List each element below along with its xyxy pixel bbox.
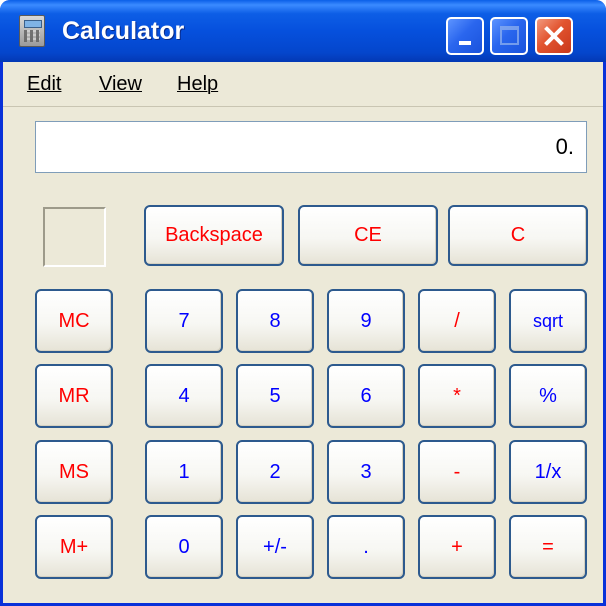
- subtract-button[interactable]: -: [418, 440, 496, 504]
- result-display[interactable]: 0.: [35, 121, 587, 173]
- memory-add-button[interactable]: M+: [35, 515, 113, 579]
- maximize-button[interactable]: [490, 17, 528, 55]
- menu-edit[interactable]: Edit: [27, 70, 61, 98]
- digit-7-button[interactable]: 7: [145, 289, 223, 353]
- digit-6-button[interactable]: 6: [327, 364, 405, 428]
- backspace-button[interactable]: Backspace: [144, 205, 284, 266]
- menu-view[interactable]: View: [99, 70, 142, 98]
- digit-1-button[interactable]: 1: [145, 440, 223, 504]
- digit-2-button[interactable]: 2: [236, 440, 314, 504]
- menu-bar: Edit View Help: [3, 62, 603, 107]
- digit-5-button[interactable]: 5: [236, 364, 314, 428]
- calculator-app-icon[interactable]: [19, 15, 45, 47]
- add-button[interactable]: +: [418, 515, 496, 579]
- percent-button[interactable]: %: [509, 364, 587, 428]
- memory-clear-button[interactable]: MC: [35, 289, 113, 353]
- maximize-icon: [500, 26, 519, 45]
- title-bar[interactable]: Calculator: [0, 0, 606, 62]
- menu-help[interactable]: Help: [177, 70, 218, 98]
- digit-9-button[interactable]: 9: [327, 289, 405, 353]
- multiply-button[interactable]: *: [418, 364, 496, 428]
- sqrt-button[interactable]: sqrt: [509, 289, 587, 353]
- digit-0-button[interactable]: 0: [145, 515, 223, 579]
- reciprocal-button[interactable]: 1/x: [509, 440, 587, 504]
- window-title: Calculator: [62, 17, 185, 45]
- clear-entry-button[interactable]: CE: [298, 205, 438, 266]
- minimize-icon: [459, 41, 471, 45]
- memory-recall-button[interactable]: MR: [35, 364, 113, 428]
- equals-button[interactable]: =: [509, 515, 587, 579]
- memory-indicator: [43, 207, 106, 267]
- minimize-button[interactable]: [446, 17, 484, 55]
- digit-3-button[interactable]: 3: [327, 440, 405, 504]
- digit-4-button[interactable]: 4: [145, 364, 223, 428]
- calculator-window: Calculator Edit View Help 0. Backspace C…: [0, 0, 606, 606]
- clear-button[interactable]: C: [448, 205, 588, 266]
- digit-8-button[interactable]: 8: [236, 289, 314, 353]
- decimal-point-button[interactable]: .: [327, 515, 405, 579]
- close-icon: [537, 19, 571, 53]
- memory-store-button[interactable]: MS: [35, 440, 113, 504]
- sign-toggle-button[interactable]: +/-: [236, 515, 314, 579]
- divide-button[interactable]: /: [418, 289, 496, 353]
- close-button[interactable]: [535, 17, 573, 55]
